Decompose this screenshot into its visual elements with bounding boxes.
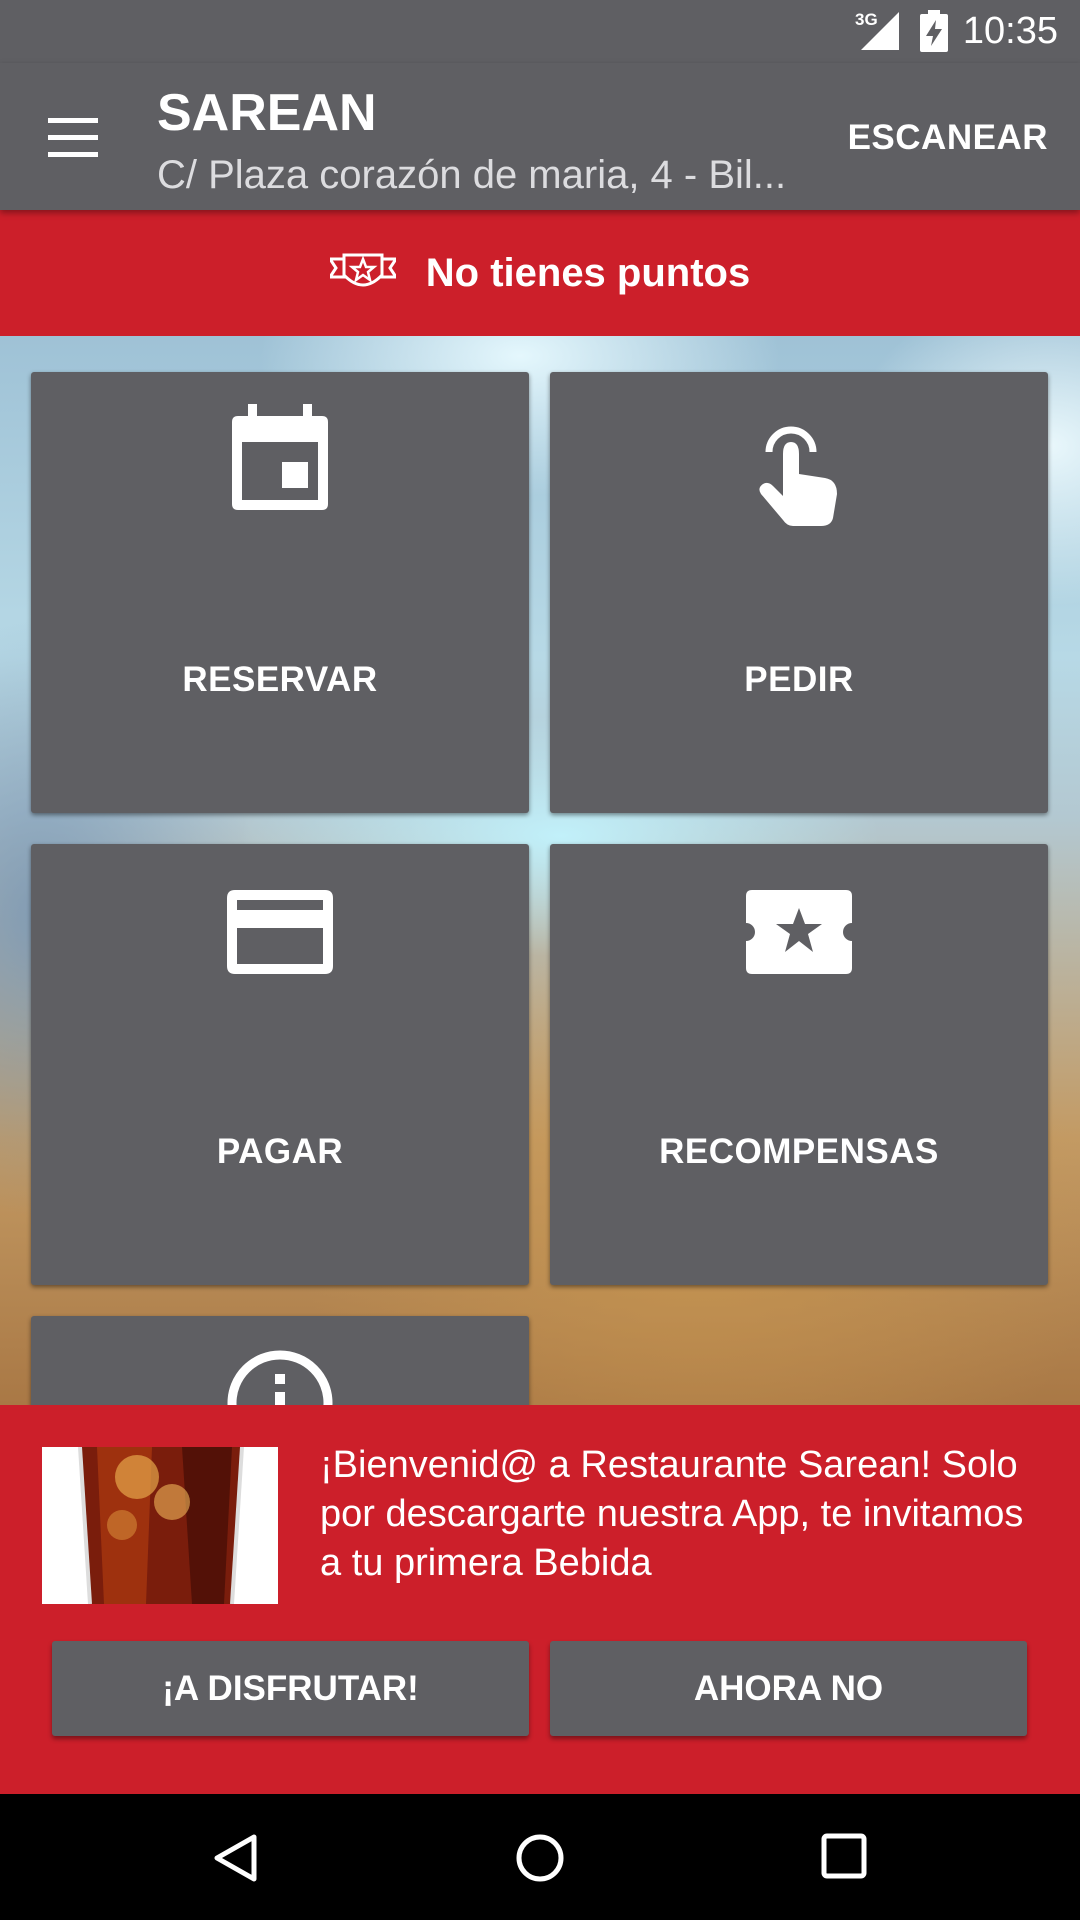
pay-label: PAGAR [216,1132,344,1171]
accept-button[interactable]: ¡A DISFRUTAR! [52,1641,529,1736]
menu-grid: RESERVAR PEDIR PAGAR RECOMPENSAS [0,336,1080,1406]
welcome-promo: ¡Bienvenid@ a Restaurante Sarean! Solo p… [0,1405,1080,1794]
pay-tile[interactable]: PAGAR [31,844,529,1285]
reserve-tile[interactable]: RESERVAR [31,372,529,813]
points-text: No tienes puntos [425,250,751,295]
touch-icon [759,426,837,526]
points-badge-icon [329,253,396,287]
calendar-icon [232,404,328,510]
scan-button[interactable]: ESCANEAR [848,118,1048,158]
signal-icon [861,12,899,50]
back-icon[interactable] [212,1833,258,1883]
system-nav-bar [0,1794,1080,1920]
battery-charging-icon [920,10,948,52]
restaurant-address: C/ Plaza corazón de maria, 4 - Bil... [157,153,787,197]
decline-button[interactable]: AHORA NO [550,1641,1027,1736]
page-title: SAREAN [157,84,377,142]
rewards-tile[interactable]: RECOMPENSAS [550,844,1048,1285]
order-label: PEDIR [744,660,854,699]
menu-icon[interactable] [48,118,98,158]
info-tile[interactable] [31,1316,529,1406]
app-bar: SAREAN C/ Plaza corazón de maria, 4 - Bi… [0,63,1080,210]
clock: 10:35 [962,10,1058,52]
promo-message: ¡Bienvenid@ a Restaurante Sarean! Solo p… [320,1444,1024,1584]
info-icon [227,1350,333,1406]
recents-icon[interactable] [821,1833,867,1879]
order-tile[interactable]: PEDIR [550,372,1048,813]
home-icon[interactable] [515,1833,565,1883]
drink-image [42,1447,278,1604]
status-bar: 3G 10:35 [0,0,1080,63]
rewards-label: RECOMPENSAS [659,1132,939,1171]
ticket-star-icon [746,890,852,974]
reserve-label: RESERVAR [182,660,378,699]
points-banner[interactable]: No tienes puntos [0,210,1080,336]
credit-card-icon [227,890,333,974]
